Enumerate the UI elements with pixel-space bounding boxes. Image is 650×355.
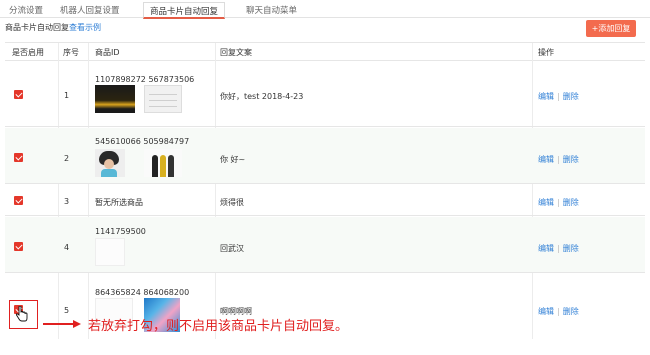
delete-link[interactable]: 删除 [563, 244, 579, 253]
edit-link[interactable]: 编辑 [538, 307, 554, 316]
col-enabled: 是否启用 [12, 48, 44, 57]
row-seq: 2 [64, 154, 70, 163]
delete-link[interactable]: 删除 [563, 198, 579, 207]
table-row: 2 545610066 505984797 你 好~ 编辑 | 删除 [5, 128, 645, 184]
row-seq: 1 [64, 91, 70, 100]
reply-text: 你好，test 2018-4-23 [220, 92, 304, 101]
product-ids: 暂无所选商品 [95, 198, 143, 207]
delete-link[interactable]: 删除 [563, 155, 579, 164]
row-actions: 编辑 | 删除 [538, 198, 579, 207]
section-header: 商品卡片自动回复查看示例 [5, 22, 101, 33]
col-product-id: 商品ID [95, 48, 120, 57]
col-actions: 操作 [538, 48, 554, 57]
row-seq: 5 [64, 306, 70, 315]
reply-text: 烦得很 [220, 198, 244, 207]
reply-table: 是否启用 序号 商品ID 回复文案 操作 1 1107898272 567873… [5, 42, 645, 339]
col-seq: 序号 [63, 48, 79, 57]
row-actions: 编辑 | 删除 [538, 307, 579, 316]
product-ids: 864365824 864068200 [95, 288, 190, 297]
enable-checkbox[interactable] [14, 196, 23, 205]
row-actions: 编辑 | 删除 [538, 92, 579, 101]
section-title: 商品卡片自动回复 [5, 23, 69, 32]
product-thumbnail [144, 85, 182, 113]
table-row: 1 1107898272 567873506 你好，test 2018-4-23… [5, 62, 645, 127]
enable-checkbox[interactable] [14, 153, 23, 162]
tab-robot-reply[interactable]: 机器人回复设置 [60, 4, 120, 16]
hand-cursor-icon [15, 306, 28, 322]
product-ids: 1107898272 567873506 [95, 75, 195, 84]
delete-link[interactable]: 删除 [563, 307, 579, 316]
reply-text: 回武汉 [220, 244, 244, 253]
enable-checkbox[interactable] [14, 242, 23, 251]
annotation-text: 若放弃打勾，则不启用该商品卡片自动回复。 [88, 319, 349, 334]
arrow-head-icon [73, 319, 81, 328]
add-reply-button[interactable]: +添加回复 [586, 20, 636, 37]
view-example-link[interactable]: 查看示例 [69, 23, 101, 32]
col-reply: 回复文案 [220, 48, 252, 57]
edit-link[interactable]: 编辑 [538, 198, 554, 207]
product-ids: 1141759500 [95, 227, 146, 236]
product-thumbnail [144, 149, 182, 177]
edit-link[interactable]: 编辑 [538, 244, 554, 253]
edit-link[interactable]: 编辑 [538, 92, 554, 101]
table-row: 4 1141759500 回武汉 编辑 | 删除 [5, 217, 645, 273]
row-actions: 编辑 | 删除 [538, 244, 579, 253]
delete-link[interactable]: 删除 [563, 92, 579, 101]
tab-chat-menu[interactable]: 聊天自动菜单 [246, 4, 297, 16]
annotation-arrow [43, 323, 75, 325]
row-actions: 编辑 | 删除 [538, 155, 579, 164]
row-seq: 4 [64, 243, 70, 252]
tab-traffic-split[interactable]: 分流设置 [9, 4, 43, 16]
product-ids: 545610066 505984797 [95, 137, 190, 146]
tab-bar: 分流设置 机器人回复设置 商品卡片自动回复 聊天自动菜单 [0, 0, 650, 19]
edit-link[interactable]: 编辑 [538, 155, 554, 164]
table-row: 3 暂无所选商品 烦得很 编辑 | 删除 [5, 185, 645, 216]
tab-product-card-reply[interactable]: 商品卡片自动回复 [143, 2, 226, 19]
row-seq: 3 [64, 197, 70, 206]
enable-checkbox[interactable] [14, 90, 23, 99]
table-header: 是否启用 序号 商品ID 回复文案 操作 [5, 43, 645, 61]
product-thumbnail [95, 85, 135, 113]
product-thumbnail [95, 238, 125, 266]
product-thumbnail [95, 149, 125, 177]
reply-text: 你 好~ [220, 155, 246, 164]
